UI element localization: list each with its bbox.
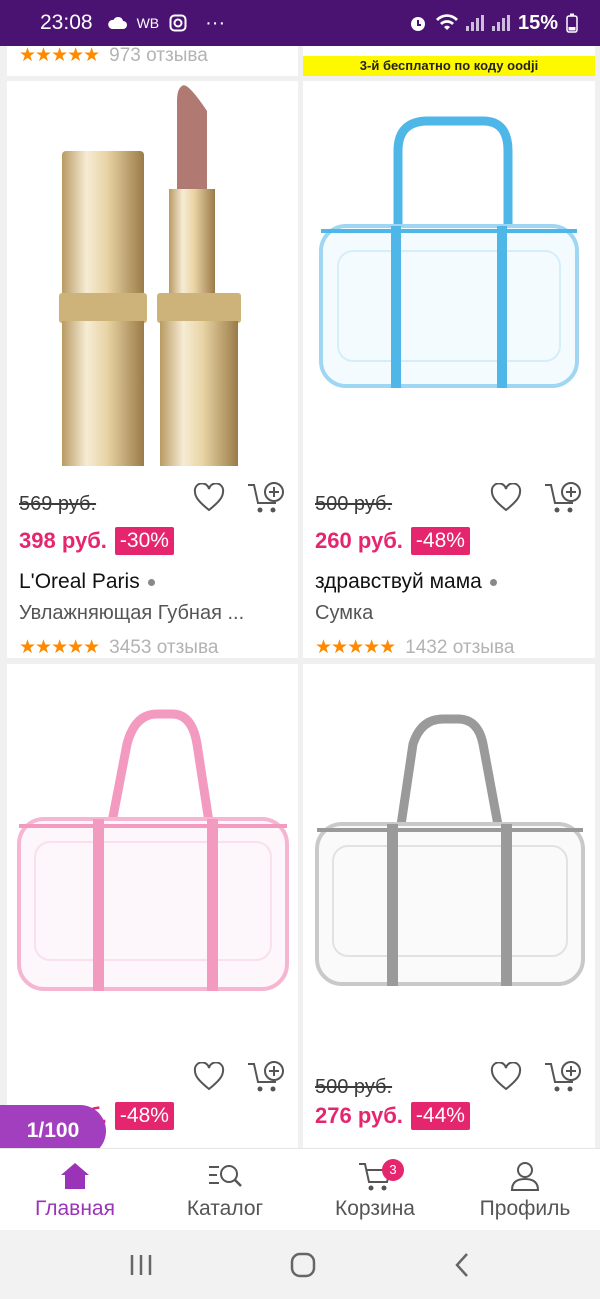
product-image[interactable] xyxy=(7,664,298,1054)
product-card[interactable]: 500 руб. 260 руб. -48% здравствуй мама С… xyxy=(303,81,595,658)
home-button-icon[interactable] xyxy=(290,1252,316,1278)
cart-badge: 3 xyxy=(382,1159,404,1181)
nav-cart[interactable]: 3 Корзина xyxy=(300,1149,450,1230)
cloud-icon xyxy=(107,16,127,29)
discount-badge: -30% xyxy=(114,527,174,555)
old-price: 500 руб. xyxy=(315,493,393,515)
nav-catalog[interactable]: Каталог xyxy=(150,1149,300,1230)
discount-badge: -48% xyxy=(114,1102,174,1130)
review-count: 973 отзыва xyxy=(109,46,208,66)
battery-icon xyxy=(566,13,578,33)
home-icon xyxy=(61,1163,89,1189)
battery-percent: 15% xyxy=(517,11,558,34)
new-price: 398 руб. xyxy=(19,528,107,553)
rating-stars: ★★★★★ xyxy=(315,637,396,658)
nav-home[interactable]: Главная xyxy=(0,1149,150,1230)
add-to-cart-icon[interactable] xyxy=(544,1060,582,1094)
old-price: 569 руб. xyxy=(19,493,97,515)
product-card[interactable]: 569 руб. 398 руб. -30% L'Oreal Paris Увл… xyxy=(7,81,298,658)
nav-profile[interactable]: Профиль xyxy=(450,1149,600,1230)
heart-icon[interactable] xyxy=(490,1062,522,1092)
instagram-icon xyxy=(169,14,187,32)
status-bar: 23:08 WB ··· 15% xyxy=(0,0,600,46)
signal-icon-2 xyxy=(491,15,510,31)
heart-icon[interactable] xyxy=(490,483,522,513)
back-icon[interactable] xyxy=(453,1252,471,1278)
add-to-cart-icon[interactable] xyxy=(544,481,582,515)
system-nav-bar xyxy=(0,1230,600,1299)
brand-name: L'Oreal Paris xyxy=(19,570,155,594)
new-price: 260 руб. xyxy=(315,528,403,553)
nav-home-label: Главная xyxy=(35,1197,115,1220)
bag-grey-image xyxy=(315,714,585,986)
wifi-icon xyxy=(435,14,458,30)
product-image[interactable] xyxy=(7,81,298,471)
heart-icon[interactable] xyxy=(193,1062,225,1092)
discount-badge: -44% xyxy=(410,1102,470,1130)
product-card[interactable]: 500 руб. 276 руб. -44% xyxy=(303,664,595,1148)
discount-badge: -48% xyxy=(410,527,470,555)
catalog-search-icon xyxy=(209,1165,242,1187)
status-time: 23:08 xyxy=(40,11,93,34)
more-dots-icon: ··· xyxy=(205,11,226,34)
product-card-partial[interactable]: ★★★★★ 973 отзыва xyxy=(7,46,298,76)
review-count: 3453 отзыва xyxy=(109,636,219,658)
product-card[interactable]: 260 руб. -48% xyxy=(7,664,298,1148)
bag-pink-image xyxy=(17,709,289,991)
rating-stars: ★★★★★ xyxy=(19,637,100,658)
bag-blue-image xyxy=(319,116,579,388)
product-feed[interactable]: ★★★★★ 973 отзыва 3-й бесплатно по коду o… xyxy=(0,46,600,1148)
lipstick-image xyxy=(59,85,241,466)
product-name: Сумка xyxy=(315,602,374,624)
promo-banner: 3-й бесплатно по коду oodji xyxy=(303,56,595,76)
rating-stars: ★★★★★ xyxy=(19,46,100,66)
nav-cart-label: Корзина xyxy=(335,1197,415,1220)
recent-apps-icon[interactable] xyxy=(129,1254,153,1276)
heart-icon[interactable] xyxy=(193,483,225,513)
bottom-nav: Главная Каталог 3 Корзина Профиль xyxy=(0,1148,600,1230)
product-image[interactable] xyxy=(303,664,595,1054)
new-price: 276 руб. xyxy=(315,1103,403,1128)
signal-icon xyxy=(465,15,484,31)
page-counter: 1/100 xyxy=(0,1105,106,1148)
brand-name: здравствуй мама xyxy=(315,570,497,594)
nav-catalog-label: Каталог xyxy=(186,1197,264,1220)
nav-profile-label: Профиль xyxy=(479,1197,571,1220)
product-image[interactable] xyxy=(303,81,595,471)
profile-icon xyxy=(510,1162,540,1191)
carrier-label: WB xyxy=(136,15,160,31)
old-price: 500 руб. xyxy=(315,1076,393,1098)
add-to-cart-icon[interactable] xyxy=(247,1060,285,1094)
product-name: Увлажняющая Губная ... xyxy=(19,602,245,624)
alarm-icon xyxy=(410,17,425,31)
add-to-cart-icon[interactable] xyxy=(247,481,285,515)
review-count: 1432 отзыва xyxy=(405,636,515,658)
